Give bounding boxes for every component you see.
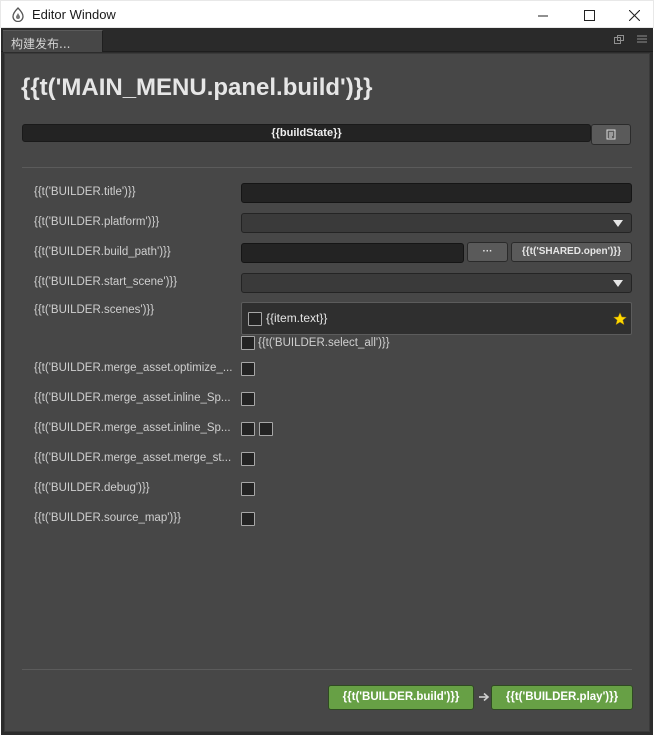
minimize-icon [537,15,548,16]
scene-item-checkbox[interactable] [248,312,262,326]
debug-label: {{t('BUILDER.debug')}} [34,482,150,494]
merge-start-scene-label: {{t('BUILDER.merge_asset.merge_st... [34,452,232,464]
popout-button[interactable] [613,33,625,45]
select-all-label: {{t('BUILDER.select_all')}} [258,337,390,349]
close-button[interactable] [611,1,654,29]
source-map-checkbox[interactable] [241,512,255,526]
popout-icon [614,34,624,44]
tab-build-publish[interactable]: 构建发布... [3,30,103,52]
inline-spriteframes-checkbox[interactable] [241,392,255,406]
top-divider [22,167,632,168]
open-path-button[interactable]: {{t('SHARED.open')}} [511,242,632,262]
play-button[interactable]: {{t('BUILDER.play')}} [491,685,633,710]
minimize-button[interactable] [520,1,566,29]
dropdown-arrow-icon [613,280,623,287]
star-icon[interactable] [613,312,627,326]
build-path-input[interactable] [241,243,464,263]
window-title: Editor Window [32,7,116,22]
scene-item-text: {{item.text}} [266,311,328,325]
start-scene-label: {{t('BUILDER.start_scene')}} [34,276,178,288]
select-all-checkbox[interactable] [241,336,255,350]
platform-select[interactable] [241,213,632,233]
build-state-bar: {{buildState}} [22,124,591,142]
source-map-label: {{t('BUILDER.source_map')}} [34,512,181,524]
platform-label: {{t('BUILDER.platform')}} [34,216,160,228]
bottom-divider [22,669,632,670]
scenes-label: {{t('BUILDER.scenes')}} [34,304,155,316]
build-path-label: {{t('BUILDER.build_path')}} [34,246,171,258]
maximize-button[interactable] [566,1,612,29]
dropdown-arrow-icon [613,220,623,227]
title-label: {{t('BUILDER.title')}} [34,186,136,198]
menu-icon [637,35,647,43]
inline-spriteframes-auto-label: {{t('BUILDER.merge_asset.inline_Sp... [34,422,231,434]
optimize-checkbox[interactable] [241,362,255,376]
inline-spriteframes-auto-checkbox-2[interactable] [259,422,273,436]
optimize-label: {{t('BUILDER.merge_asset.optimize_... [34,362,233,374]
window-titlebar: Editor Window [0,0,654,28]
build-button[interactable]: {{t('BUILDER.build')}} [328,685,474,710]
open-folder-button[interactable] [591,124,631,145]
inline-spriteframes-auto-checkbox[interactable] [241,422,255,436]
editor-frame: 构建发布... {{t('MAIN_MENU.panel.build')}} {… [1,28,653,735]
arrow-right-icon [479,692,490,702]
tab-bar: 构建发布... [1,28,653,52]
panel-menu-button[interactable] [636,33,648,45]
debug-checkbox[interactable] [241,482,255,496]
browse-button[interactable]: ··· [467,242,508,262]
inline-spriteframes-label: {{t('BUILDER.merge_asset.inline_Sp... [34,392,231,404]
merge-start-scene-checkbox[interactable] [241,452,255,466]
app-logo-icon [12,7,24,22]
close-icon [628,9,640,21]
scenes-list: {{item.text}} [241,302,632,335]
start-scene-select[interactable] [241,273,632,293]
folder-icon [606,129,615,140]
maximize-icon [583,9,595,21]
title-input[interactable] [241,183,632,203]
page-title: {{t('MAIN_MENU.panel.build')}} [21,74,373,101]
